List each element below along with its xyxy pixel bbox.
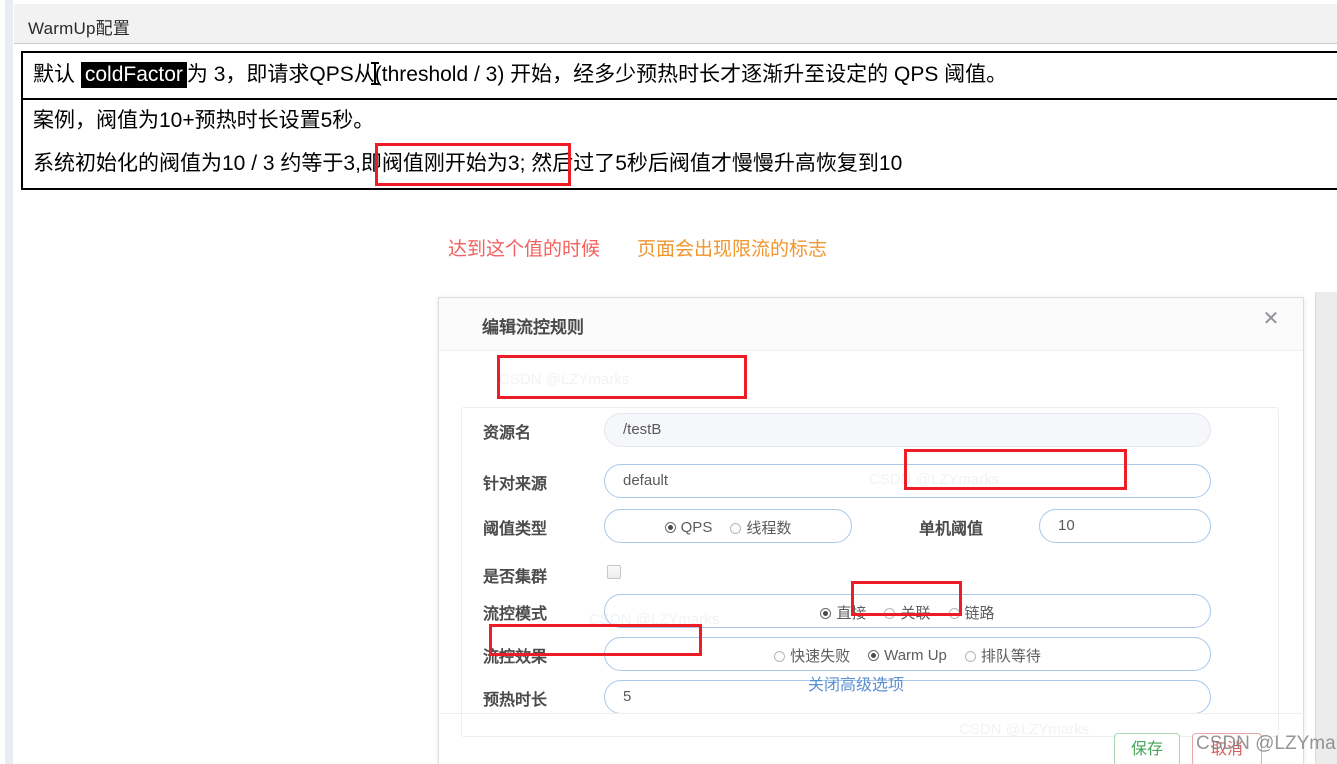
radio-dot-icon	[884, 608, 896, 619]
resource-name-input[interactable]: /testB	[604, 413, 1211, 447]
flow-effect-options: 快速失败 Warm Up 排队等待	[605, 645, 1210, 666]
radio-queue-wait[interactable]: 排队等待	[964, 645, 1041, 666]
row-cluster: 是否集群	[439, 557, 1303, 591]
threshold-type-radio-group[interactable]: QPS 线程数	[604, 509, 852, 543]
line1-part-a: 默认	[33, 63, 81, 86]
radio-fast-fail-label: 快速失败	[790, 648, 851, 665]
document-header: WarmUp配置	[14, 4, 1337, 44]
row-flow-mode: 流控模式 直接 关联 链路	[439, 594, 1303, 628]
line3-part-c: 然后过了5秒后阀值才慢慢升高恢复到10	[525, 152, 903, 175]
page-left-border-fill	[5, 0, 13, 764]
radio-dot-icon	[820, 608, 832, 619]
explanation-line-1: 默认 coldFactor 为 3，即请求QPS从(threshold / 3) …	[23, 53, 1337, 100]
warmup-duration-input[interactable]: 5	[604, 680, 1211, 714]
label-resource-name: 资源名	[483, 425, 532, 442]
line1-part-c: (threshold / 3) 开始，经多少预热时长才逐渐升至设定的 QPS 阈…	[374, 63, 1008, 86]
radio-fast-fail[interactable]: 快速失败	[774, 645, 850, 666]
cancel-button[interactable]: 取消	[1192, 733, 1262, 764]
label-single-threshold: 单机阈值	[919, 521, 984, 538]
radio-thread-count[interactable]: 线程数	[730, 517, 791, 538]
radio-dot-icon	[774, 651, 786, 662]
radio-dot-icon	[964, 651, 976, 662]
annotation-threshold-note: 达到这个值的时候	[448, 239, 601, 260]
close-icon[interactable]: ✕	[1259, 306, 1283, 330]
label-flow-effect: 流控效果	[483, 649, 548, 666]
toggle-advanced-options-link[interactable]: 关闭高级选项	[808, 671, 904, 695]
origin-value: default	[623, 472, 669, 489]
line3-part-a: 系统初始化的阀值为10 / 3 约等于3	[33, 152, 356, 175]
radio-warm-up[interactable]: Warm Up	[868, 647, 947, 664]
flow-mode-radio-group[interactable]: 直接 关联 链路	[604, 594, 1211, 628]
radio-queue-wait-label: 排队等待	[980, 648, 1041, 665]
flow-mode-options: 直接 关联 链路	[605, 602, 1210, 623]
radio-dot-icon	[868, 650, 880, 661]
background-watermark: CSDN @LZYmarks	[499, 371, 630, 388]
document-title: WarmUp配置	[28, 19, 131, 38]
dialog-footer-divider	[438, 713, 1304, 714]
label-flow-mode: 流控模式	[483, 606, 548, 623]
flow-effect-radio-group[interactable]: 快速失败 Warm Up 排队等待	[604, 637, 1211, 671]
radio-chain[interactable]: 链路	[948, 602, 995, 623]
radio-qps[interactable]: QPS	[664, 519, 713, 536]
radio-dot-icon	[948, 608, 960, 619]
save-button[interactable]: 保存	[1114, 733, 1180, 764]
radio-dot-icon	[664, 522, 676, 533]
screenshot-root: WarmUp配置 默认 coldFactor 为 3，即请求QPS从(thresh…	[0, 0, 1337, 764]
label-origin: 针对来源	[483, 476, 548, 493]
radio-associated-label: 关联	[900, 605, 931, 622]
label-warmup-duration: 预热时长	[483, 692, 548, 709]
line3-part-b: ,即阀值刚开始为3;	[355, 152, 526, 175]
radio-thread-count-label: 线程数	[746, 520, 792, 537]
vertical-scrollbar[interactable]	[1315, 292, 1337, 764]
single-threshold-value: 10	[1058, 517, 1075, 534]
explanation-line-3: 系统初始化的阀值为10 / 3 约等于3,即阀值刚开始为3; 然后过了5秒后阀值…	[23, 144, 1337, 188]
row-threshold-type: 阈值类型 QPS 线程数 单机阈值 10	[439, 509, 1303, 543]
line1-part-b: 为 3，即请求QPS从	[186, 63, 375, 86]
radio-direct-label: 直接	[836, 605, 867, 622]
row-flow-effect: 流控效果 快速失败 Warm Up 排队等待	[439, 637, 1303, 671]
threshold-type-options: QPS 线程数	[605, 517, 851, 538]
dialog-header: 编辑流控规则 ✕	[439, 298, 1303, 351]
cluster-checkbox[interactable]	[607, 565, 621, 579]
single-threshold-input[interactable]: 10	[1039, 509, 1211, 543]
row-resource-name: 资源名 /testB	[439, 413, 1303, 447]
warmup-duration-value: 5	[623, 688, 632, 705]
label-cluster: 是否集群	[483, 569, 548, 586]
coldfactor-highlight: coldFactor	[80, 62, 187, 88]
explanation-line-2: 案例，阀值为10+预热时长设置5秒。	[33, 109, 375, 132]
dialog-body: 资源名 /testB 针对来源 default 阈值类型 QPS 线程数 单机阈…	[439, 351, 1303, 764]
label-threshold-type: 阈值类型	[483, 521, 548, 538]
explanation-text-block: 默认 coldFactor 为 3，即请求QPS从(threshold / 3) …	[21, 51, 1337, 190]
radio-qps-label: QPS	[680, 519, 713, 536]
radio-dot-icon	[730, 523, 742, 534]
radio-direct[interactable]: 直接	[820, 602, 866, 623]
page-left-border	[0, 0, 13, 764]
origin-input[interactable]: default	[604, 464, 1211, 498]
annotation-limit-note: 页面会出现限流的标志	[637, 239, 828, 260]
radio-associated[interactable]: 关联	[884, 602, 931, 623]
resource-name-value: /testB	[623, 421, 662, 438]
radio-warm-up-label: Warm Up	[884, 647, 947, 664]
row-origin: 针对来源 default	[439, 464, 1303, 498]
dialog-title: 编辑流控规则	[482, 318, 584, 337]
radio-chain-label: 链路	[964, 605, 995, 622]
